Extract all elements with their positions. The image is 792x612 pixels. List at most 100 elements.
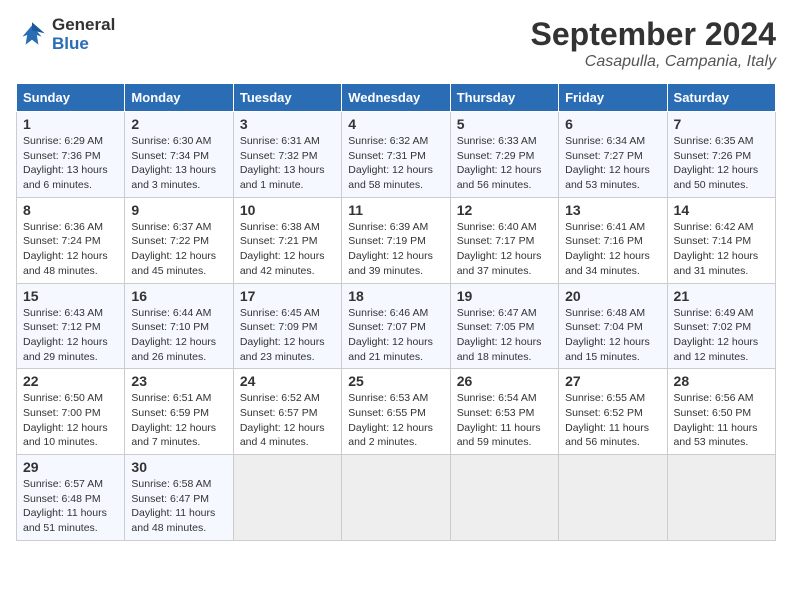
col-monday: Monday <box>125 84 233 112</box>
day-info: Sunrise: 6:33 AMSunset: 7:29 PMDaylight:… <box>457 134 552 193</box>
day-info: Sunrise: 6:58 AMSunset: 6:47 PMDaylight:… <box>131 477 226 536</box>
table-row: 5 Sunrise: 6:33 AMSunset: 7:29 PMDaylight… <box>450 112 558 198</box>
day-info: Sunrise: 6:51 AMSunset: 6:59 PMDaylight:… <box>131 391 226 450</box>
calendar-table: Sunday Monday Tuesday Wednesday Thursday… <box>16 83 776 541</box>
day-info: Sunrise: 6:40 AMSunset: 7:17 PMDaylight:… <box>457 220 552 279</box>
day-info: Sunrise: 6:29 AMSunset: 7:36 PMDaylight:… <box>23 134 118 193</box>
day-number: 11 <box>348 202 443 218</box>
location-text: Casapulla, Campania, Italy <box>531 53 776 71</box>
table-row: 2 Sunrise: 6:30 AMSunset: 7:34 PMDaylight… <box>125 112 233 198</box>
day-number: 16 <box>131 288 226 304</box>
day-number: 7 <box>674 116 769 132</box>
day-number: 15 <box>23 288 118 304</box>
day-number: 20 <box>565 288 660 304</box>
day-info: Sunrise: 6:50 AMSunset: 7:00 PMDaylight:… <box>23 391 118 450</box>
col-wednesday: Wednesday <box>342 84 450 112</box>
week-row: 1Sunrise: 6:29 AMSunset: 7:36 PMDaylight… <box>17 112 776 198</box>
logo-text: General Blue <box>52 16 115 53</box>
day-number: 14 <box>674 202 769 218</box>
day-number: 29 <box>23 459 118 475</box>
col-friday: Friday <box>559 84 667 112</box>
day-info: Sunrise: 6:43 AMSunset: 7:12 PMDaylight:… <box>23 306 118 365</box>
week-row: 29 Sunrise: 6:57 AMSunset: 6:48 PMDayligh… <box>17 455 776 541</box>
day-info: Sunrise: 6:31 AMSunset: 7:32 PMDaylight:… <box>240 134 335 193</box>
table-row: 23 Sunrise: 6:51 AMSunset: 6:59 PMDayligh… <box>125 369 233 455</box>
table-row: 30Sunrise: 6:58 AMSunset: 6:47 PMDayligh… <box>125 455 233 541</box>
day-number: 4 <box>348 116 443 132</box>
day-number: 22 <box>23 373 118 389</box>
day-number: 17 <box>240 288 335 304</box>
day-info: Sunrise: 6:52 AMSunset: 6:57 PMDaylight:… <box>240 391 335 450</box>
column-headers: Sunday Monday Tuesday Wednesday Thursday… <box>17 84 776 112</box>
day-info: Sunrise: 6:42 AMSunset: 7:14 PMDaylight:… <box>674 220 769 279</box>
day-info: Sunrise: 6:53 AMSunset: 6:55 PMDaylight:… <box>348 391 443 450</box>
day-number: 13 <box>565 202 660 218</box>
table-row: 21 Sunrise: 6:49 AMSunset: 7:02 PMDayligh… <box>667 283 775 369</box>
table-row <box>342 455 450 541</box>
day-number: 18 <box>348 288 443 304</box>
day-number: 28 <box>674 373 769 389</box>
page-header: General Blue September 2024 Casapulla, C… <box>16 16 776 71</box>
day-info: Sunrise: 6:36 AMSunset: 7:24 PMDaylight:… <box>23 220 118 279</box>
day-info: Sunrise: 6:35 AMSunset: 7:26 PMDaylight:… <box>674 134 769 193</box>
day-info: Sunrise: 6:49 AMSunset: 7:02 PMDaylight:… <box>674 306 769 365</box>
table-row: 15 Sunrise: 6:43 AMSunset: 7:12 PMDayligh… <box>17 283 125 369</box>
table-row: 12Sunrise: 6:40 AMSunset: 7:17 PMDayligh… <box>450 197 558 283</box>
table-row: 19 Sunrise: 6:47 AMSunset: 7:05 PMDayligh… <box>450 283 558 369</box>
day-number: 19 <box>457 288 552 304</box>
day-info: Sunrise: 6:39 AMSunset: 7:19 PMDaylight:… <box>348 220 443 279</box>
week-row: 8Sunrise: 6:36 AMSunset: 7:24 PMDaylight… <box>17 197 776 283</box>
table-row <box>450 455 558 541</box>
day-number: 21 <box>674 288 769 304</box>
day-info: Sunrise: 6:56 AMSunset: 6:50 PMDaylight:… <box>674 391 769 450</box>
day-info: Sunrise: 6:57 AMSunset: 6:48 PMDaylight:… <box>23 477 118 536</box>
day-info: Sunrise: 6:44 AMSunset: 7:10 PMDaylight:… <box>131 306 226 365</box>
table-row: 11 Sunrise: 6:39 AMSunset: 7:19 PMDayligh… <box>342 197 450 283</box>
day-number: 3 <box>240 116 335 132</box>
table-row: 10Sunrise: 6:38 AMSunset: 7:21 PMDayligh… <box>233 197 341 283</box>
day-info: Sunrise: 6:48 AMSunset: 7:04 PMDaylight:… <box>565 306 660 365</box>
day-info: Sunrise: 6:38 AMSunset: 7:21 PMDaylight:… <box>240 220 335 279</box>
table-row: 8Sunrise: 6:36 AMSunset: 7:24 PMDaylight… <box>17 197 125 283</box>
day-info: Sunrise: 6:37 AMSunset: 7:22 PMDaylight:… <box>131 220 226 279</box>
day-info: Sunrise: 6:46 AMSunset: 7:07 PMDaylight:… <box>348 306 443 365</box>
table-row: 26 Sunrise: 6:54 AMSunset: 6:53 PMDayligh… <box>450 369 558 455</box>
day-number: 23 <box>131 373 226 389</box>
day-info: Sunrise: 6:30 AMSunset: 7:34 PMDaylight:… <box>131 134 226 193</box>
table-row <box>233 455 341 541</box>
day-info: Sunrise: 6:55 AMSunset: 6:52 PMDaylight:… <box>565 391 660 450</box>
day-info: Sunrise: 6:41 AMSunset: 7:16 PMDaylight:… <box>565 220 660 279</box>
day-info: Sunrise: 6:47 AMSunset: 7:05 PMDaylight:… <box>457 306 552 365</box>
day-number: 2 <box>131 116 226 132</box>
table-row: 17 Sunrise: 6:45 AMSunset: 7:09 PMDayligh… <box>233 283 341 369</box>
table-row: 25 Sunrise: 6:53 AMSunset: 6:55 PMDayligh… <box>342 369 450 455</box>
table-row <box>667 455 775 541</box>
table-row <box>559 455 667 541</box>
calendar-body: 1Sunrise: 6:29 AMSunset: 7:36 PMDaylight… <box>17 112 776 541</box>
day-info: Sunrise: 6:45 AMSunset: 7:09 PMDaylight:… <box>240 306 335 365</box>
table-row: 13 Sunrise: 6:41 AMSunset: 7:16 PMDayligh… <box>559 197 667 283</box>
logo-icon <box>16 19 48 51</box>
day-info: Sunrise: 6:34 AMSunset: 7:27 PMDaylight:… <box>565 134 660 193</box>
day-info: Sunrise: 6:54 AMSunset: 6:53 PMDaylight:… <box>457 391 552 450</box>
day-number: 26 <box>457 373 552 389</box>
table-row: 20 Sunrise: 6:48 AMSunset: 7:04 PMDayligh… <box>559 283 667 369</box>
col-saturday: Saturday <box>667 84 775 112</box>
day-number: 5 <box>457 116 552 132</box>
logo: General Blue <box>16 16 115 53</box>
table-row: 22 Sunrise: 6:50 AMSunset: 7:00 PMDayligh… <box>17 369 125 455</box>
day-number: 27 <box>565 373 660 389</box>
table-row: 9 Sunrise: 6:37 AMSunset: 7:22 PMDaylight… <box>125 197 233 283</box>
day-number: 24 <box>240 373 335 389</box>
table-row: 24 Sunrise: 6:52 AMSunset: 6:57 PMDayligh… <box>233 369 341 455</box>
table-row: 7 Sunrise: 6:35 AMSunset: 7:26 PMDaylight… <box>667 112 775 198</box>
day-number: 25 <box>348 373 443 389</box>
table-row: 6Sunrise: 6:34 AMSunset: 7:27 PMDaylight… <box>559 112 667 198</box>
table-row: 18 Sunrise: 6:46 AMSunset: 7:07 PMDayligh… <box>342 283 450 369</box>
day-number: 9 <box>131 202 226 218</box>
table-row: 4 Sunrise: 6:32 AMSunset: 7:31 PMDaylight… <box>342 112 450 198</box>
day-info: Sunrise: 6:32 AMSunset: 7:31 PMDaylight:… <box>348 134 443 193</box>
table-row: 29 Sunrise: 6:57 AMSunset: 6:48 PMDayligh… <box>17 455 125 541</box>
col-thursday: Thursday <box>450 84 558 112</box>
title-block: September 2024 Casapulla, Campania, Ital… <box>531 16 776 71</box>
